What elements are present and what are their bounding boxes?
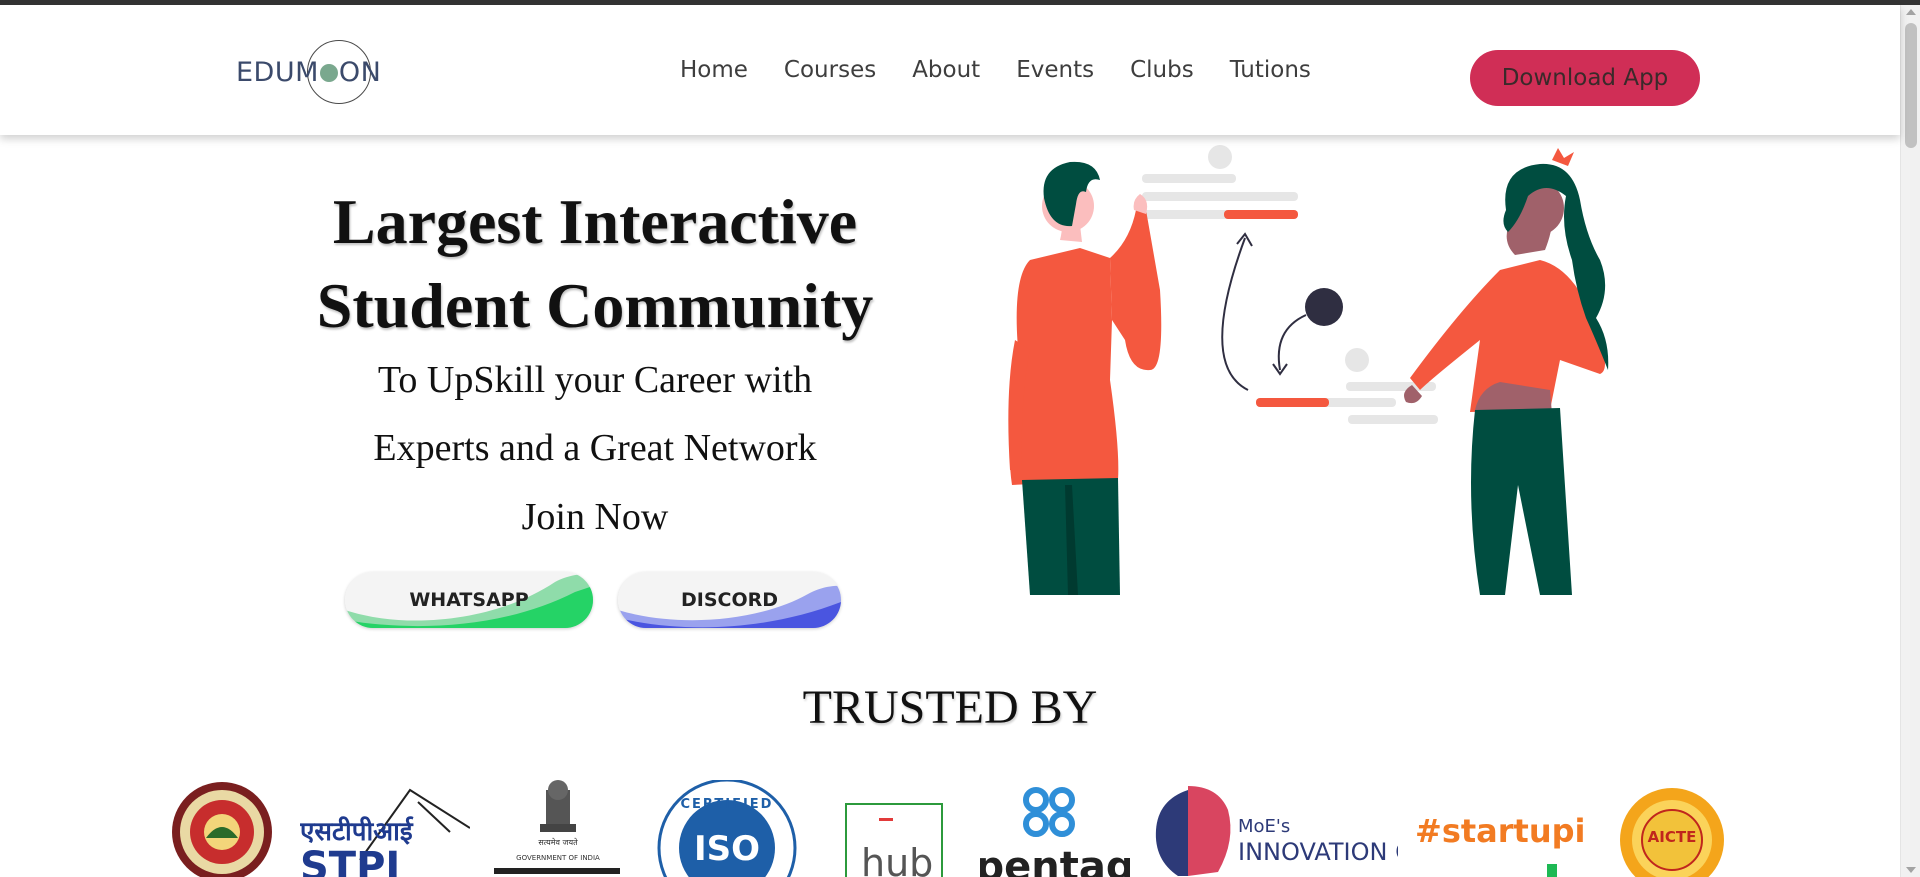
innovation-cell-text: INNOVATION CELL [1238,838,1398,866]
stpi-hindi-text: एसटीपीआई [300,816,414,847]
hero-title-line2: Student Community [316,270,874,341]
nav-about[interactable]: About [912,57,980,83]
scroll-down-arrow-icon[interactable] [1906,867,1916,873]
discord-button[interactable]: DISCORD [618,572,841,628]
aicte-logo: AICTE [1620,788,1724,877]
pentag-logo: pentag [980,787,1130,877]
site-header: EDUM ON Home Courses About Events Clubs T… [0,5,1900,135]
iso-certified-logo: CERTIFIED ISO [657,780,797,877]
gov-motto-text: सत्यमेव जयते [538,837,578,847]
pentag-text: pentag [980,844,1130,877]
iso-text: ISO [694,829,760,869]
moe-text: MoE's [1238,816,1290,837]
stpi-logo: एसटीपीआई STPI [300,788,470,877]
nav-clubs[interactable]: Clubs [1130,57,1194,83]
main-nav: Home Courses About Events Clubs Tutions [680,57,1311,83]
hero-subtitle-line2: Experts and a Great Network [373,427,817,469]
edumoon-logo[interactable]: EDUM ON [236,37,381,107]
ahub-logo: hub [845,803,943,877]
moe-innovation-cell-logo: MoE's INNOVATION CELL [1155,786,1398,876]
government-of-india-emblem-logo: सत्यमेव जयते GOVERNMENT OF INDIA [494,780,620,874]
join-now-label: Join Now [521,496,669,538]
whatsapp-button[interactable]: WHATSAPP [345,572,593,628]
nav-tutions[interactable]: Tutions [1230,57,1311,83]
trusted-logos-row: एसटीपीआई STPI सत्यमेव जयते GOVERNMENT OF… [0,780,1900,877]
nav-courses[interactable]: Courses [784,57,876,83]
hero-title: Largest Interactive Student Community [280,180,910,348]
whatsapp-label: WHATSAPP [409,589,529,611]
iso-certified-text: CERTIFIED [681,797,774,812]
discord-label: DISCORD [680,589,779,611]
scrollbar-thumb[interactable] [1905,23,1917,148]
hero-title-line1: Largest Interactive [332,186,858,257]
nav-events[interactable]: Events [1016,57,1094,83]
gov-text: GOVERNMENT OF INDIA [516,854,600,862]
university-emblem-logo [172,782,272,877]
startupindia-text: #startupindia [1415,812,1585,850]
logo-text: EDUM ON [236,56,382,88]
people-collaboration-illustration [1008,145,1609,595]
download-app-button[interactable]: Download App [1470,50,1700,106]
stpi-text: STPI [300,844,400,877]
moon-dot-icon [319,63,338,82]
hero-subtitle-line1: To UpSkill your Career with [377,359,813,401]
scroll-up-arrow-icon[interactable] [1906,9,1916,15]
page-scrollbar[interactable] [1900,5,1920,877]
aicte-text: AICTE [1648,828,1697,846]
nav-home[interactable]: Home [680,57,748,83]
ahub-text: hub [861,841,933,877]
trusted-by-title: TRUSTED BY [802,681,1098,734]
startupindia-logo: #startupindia [1415,812,1585,877]
